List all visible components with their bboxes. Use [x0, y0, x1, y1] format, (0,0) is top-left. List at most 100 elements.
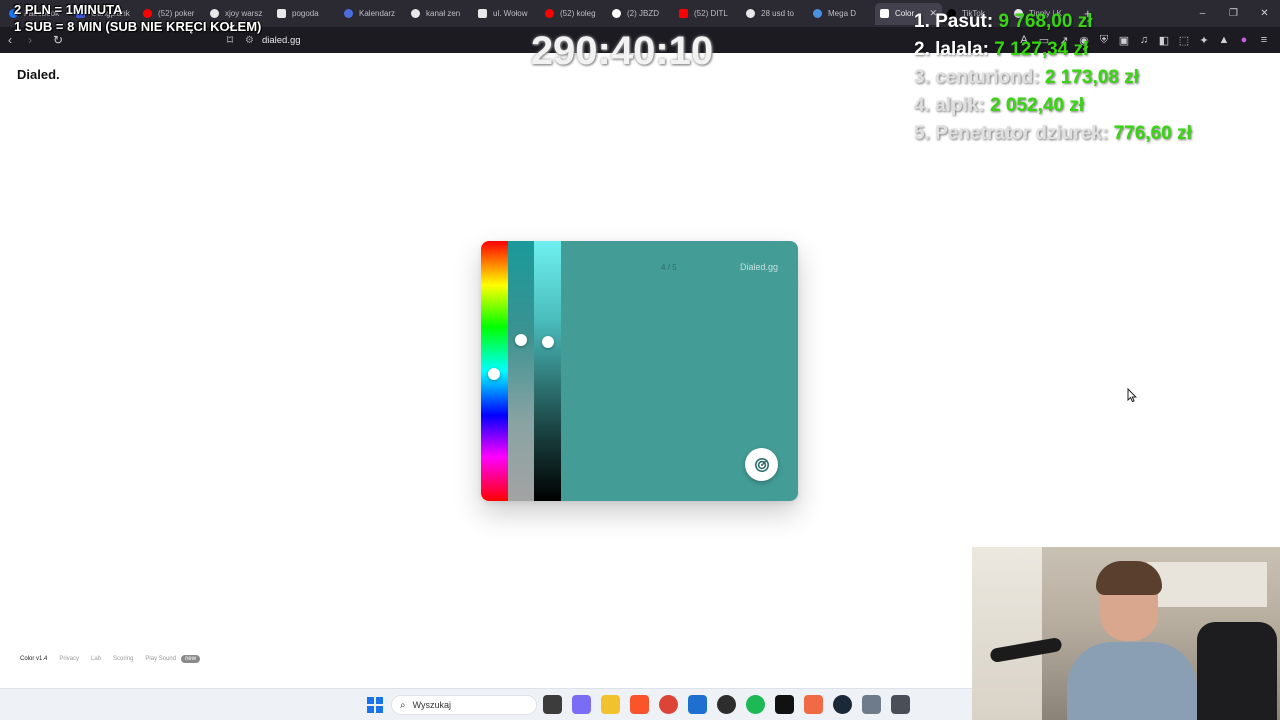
webcam-gaming-chair: [1197, 622, 1277, 720]
card-brand-label: Dialed.gg: [739, 262, 778, 272]
search-icon: ⌕: [400, 699, 406, 711]
site-logo[interactable]: Dialed.: [17, 67, 60, 82]
tab-favicon-icon: [813, 9, 822, 18]
reload-button[interactable]: ↻: [48, 33, 68, 47]
footer-link-play-sound[interactable]: Play Sound: [145, 656, 176, 662]
footer-link-scoring[interactable]: Scoring: [113, 656, 133, 662]
sub-rule-line: 1 SUB = 8 MIN (SUB NIE KRĘCI KOŁEM): [14, 19, 262, 34]
browser-tab[interactable]: ul. Wołow: [473, 3, 540, 25]
tab-favicon-icon: [679, 9, 688, 18]
tab-label: (52) koleg: [560, 9, 596, 18]
leaderboard-amount: 9 768,00 zł: [998, 11, 1093, 32]
store-icon[interactable]: [688, 695, 707, 714]
tab-label: (52) DITL: [694, 9, 728, 18]
color-app-icon[interactable]: [804, 695, 823, 714]
donation-rules: 2 PLN = 1MINUTA 1 SUB = 8 MIN (SUB NIE K…: [14, 1, 261, 35]
obs-icon[interactable]: [717, 695, 736, 714]
taskbar-pinned-apps: [543, 695, 920, 714]
brightness-slider[interactable]: [534, 241, 561, 501]
leaderboard-name: 2. lalala:: [914, 39, 995, 60]
leaderboard-name: 5. Penetrator dziurek:: [914, 123, 1114, 144]
menu-icon[interactable]: ≡: [1254, 34, 1274, 46]
browser-tab[interactable]: 28 usd to: [741, 3, 808, 25]
browser-tab[interactable]: kanał zen: [406, 3, 473, 25]
tab-favicon-icon: [612, 9, 621, 18]
leaderboard-name: 1. Pasut:: [914, 11, 999, 32]
donation-leaderboard: 1. Pasut: 9 768,00 zł 2. lalala: 7 127,34…: [914, 8, 1192, 148]
brightness-slider-handle[interactable]: [542, 336, 554, 348]
leaderboard-name: 4. alpik:: [914, 95, 991, 116]
taskbar-search[interactable]: ⌕ Wyszukaj: [391, 695, 537, 715]
leaderboard-entry: 5. Penetrator dziurek: 776,60 zł: [914, 120, 1192, 148]
donation-rule-line: 2 PLN = 1MINUTA: [14, 2, 123, 17]
forward-button[interactable]: ›: [20, 33, 40, 47]
back-button[interactable]: ‹: [0, 33, 20, 47]
leaderboard-entry: 4. alpik: 2 052,40 zł: [914, 92, 1192, 120]
browser-tab[interactable]: (2) JBZD: [607, 3, 674, 25]
calculator-icon[interactable]: [891, 695, 910, 714]
footer-link-privacy[interactable]: Privacy: [59, 656, 79, 662]
page-footer: Color v1.4 Privacy Lab Scoring Play Soun…: [20, 655, 212, 663]
tab-favicon-icon: [478, 9, 487, 18]
version-label: Color v1.4: [20, 656, 48, 662]
saturation-slider-handle[interactable]: [515, 334, 527, 346]
round-counter: 4 / 5: [661, 263, 677, 272]
footer-link-lab[interactable]: Lab: [91, 656, 101, 662]
browser-tab[interactable]: pogoda: [272, 3, 339, 25]
file-explorer-icon[interactable]: [601, 695, 620, 714]
tab-label: ul. Wołow: [493, 9, 528, 18]
tab-label: kanał zen: [426, 9, 461, 18]
browser-tab[interactable]: Mega D: [808, 3, 875, 25]
leaderboard-entry: 3. centuriond: 2 173,08 zł: [914, 64, 1192, 92]
leaderboard-entry: 2. lalala: 7 127,34 zł: [914, 36, 1192, 64]
saturation-slider[interactable]: [508, 241, 534, 501]
webcam-streamer-hair: [1096, 561, 1162, 595]
spotify-icon[interactable]: [746, 695, 765, 714]
subathon-timer: 290:40:10: [530, 29, 714, 73]
tab-favicon-icon: [545, 9, 554, 18]
tab-label: Mega D: [828, 9, 857, 18]
leaderboard-amount: 7 127,34 zł: [994, 39, 1089, 60]
taskbar-search-placeholder: Wyszukaj: [412, 700, 452, 710]
browser-tab[interactable]: (52) koleg: [540, 3, 607, 25]
media-icon[interactable]: [775, 695, 794, 714]
task-view-icon[interactable]: [543, 695, 562, 714]
settings-icon[interactable]: [862, 695, 881, 714]
start-button[interactable]: [367, 697, 383, 713]
brave-rewards-icon[interactable]: ▲: [1214, 34, 1234, 46]
bookmark-icon[interactable]: ⌑: [220, 33, 240, 47]
tab-favicon-icon: [411, 9, 420, 18]
new-badge: new: [181, 655, 201, 663]
leaderboard-name: 3. centuriond:: [914, 67, 1045, 88]
tab-label: 28 usd to: [761, 9, 794, 18]
webcam-window-area: [972, 547, 1042, 720]
leaderboard-amount: 776,60 zł: [1113, 123, 1192, 144]
profile-icon[interactable]: ●: [1234, 34, 1254, 46]
webcam-shelf: [1147, 562, 1267, 607]
hue-slider-handle[interactable]: [488, 368, 500, 380]
tab-favicon-icon: [880, 9, 889, 18]
url-text: dialed.gg: [261, 34, 301, 46]
leaderboard-entry: 1. Pasut: 9 768,00 zł: [914, 8, 1192, 36]
window-controls: – ❐ ✕: [1187, 0, 1280, 27]
tab-label: (2) JBZD: [627, 9, 659, 18]
leaderboard-amount: 2 173,08 zł: [1044, 67, 1139, 88]
tab-label: Kalendarz: [359, 9, 396, 18]
browser-tab[interactable]: Kalendarz: [339, 3, 406, 25]
mouse-cursor-icon: [1127, 388, 1137, 403]
tab-favicon-icon: [344, 9, 353, 18]
brave-icon[interactable]: [630, 695, 649, 714]
site-info-icon[interactable]: ⚙: [245, 35, 254, 46]
webcam-feed: [972, 547, 1280, 720]
close-window-button[interactable]: ✕: [1249, 8, 1280, 19]
ai-icon[interactable]: ✦: [1194, 34, 1214, 47]
steam-icon[interactable]: [833, 695, 852, 714]
submit-guess-button[interactable]: [745, 448, 778, 481]
target-icon: [754, 457, 769, 472]
tab-favicon-icon: [277, 9, 286, 18]
chrome-icon[interactable]: [659, 695, 678, 714]
browser-tab[interactable]: (52) DITL: [674, 3, 741, 25]
copilot-icon[interactable]: [572, 695, 591, 714]
maximize-button[interactable]: ❐: [1218, 8, 1249, 19]
tab-favicon-icon: [746, 9, 755, 18]
